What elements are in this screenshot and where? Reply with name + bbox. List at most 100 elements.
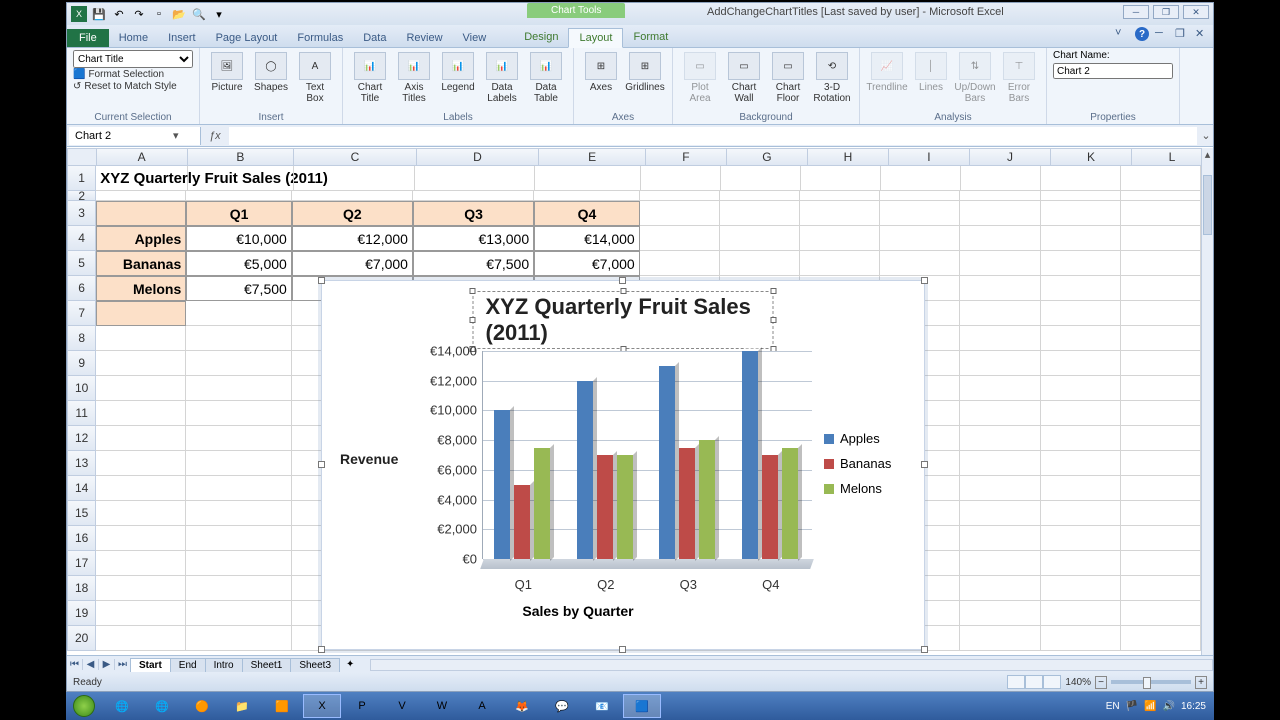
cell[interactable] [96, 191, 186, 201]
col-header[interactable]: B [188, 148, 295, 166]
cell[interactable] [960, 551, 1040, 576]
cell[interactable] [96, 201, 186, 226]
tab-data[interactable]: Data [353, 29, 396, 47]
view-page-break-icon[interactable] [1043, 675, 1061, 689]
row-header[interactable]: 15 [67, 501, 96, 526]
cell[interactable] [960, 401, 1040, 426]
horizontal-scrollbar[interactable] [370, 659, 1213, 671]
row-header[interactable]: 4 [67, 226, 96, 251]
x-axis-title[interactable]: Sales by Quarter [322, 603, 834, 619]
cell[interactable] [640, 226, 720, 251]
cell[interactable] [800, 226, 880, 251]
cell[interactable] [96, 626, 186, 651]
cell[interactable] [1041, 576, 1121, 601]
cell[interactable] [960, 601, 1040, 626]
new-sheet-icon[interactable]: ✦ [340, 659, 360, 670]
taskbar-item[interactable]: 📁 [223, 694, 261, 718]
cell[interactable] [186, 476, 292, 501]
cell[interactable] [96, 476, 186, 501]
cell[interactable] [640, 191, 720, 201]
cell[interactable] [186, 426, 292, 451]
cell[interactable] [1121, 276, 1201, 301]
cell[interactable] [1121, 576, 1201, 601]
cell[interactable] [1121, 526, 1201, 551]
cell[interactable]: €5,000 [186, 251, 292, 276]
resize-handle[interactable] [619, 277, 626, 284]
cell[interactable] [1041, 401, 1121, 426]
vertical-scrollbar[interactable]: ▴ [1201, 148, 1213, 655]
cell[interactable] [800, 251, 880, 276]
tray-flag-icon[interactable]: 🏴 [1126, 701, 1138, 712]
cell[interactable] [960, 476, 1040, 501]
row-header[interactable]: 6 [67, 276, 96, 301]
cell[interactable] [1121, 251, 1201, 276]
row-header[interactable]: 16 [67, 526, 96, 551]
row-header[interactable]: 14 [67, 476, 96, 501]
cell[interactable] [1041, 301, 1121, 326]
cell[interactable] [1121, 426, 1201, 451]
cell[interactable] [415, 166, 536, 191]
error-bars-button[interactable]: ⊤Error Bars [998, 50, 1040, 110]
cell[interactable] [960, 451, 1040, 476]
legend-entry[interactable]: Bananas [824, 456, 904, 471]
cell[interactable] [186, 301, 292, 326]
text-box-button[interactable]: AText Box [294, 50, 336, 110]
cell[interactable] [960, 576, 1040, 601]
cell[interactable]: Q2 [292, 201, 413, 226]
chart-title[interactable]: XYZ Quarterly Fruit Sales (2011) [473, 291, 774, 349]
chart-bar[interactable] [577, 381, 593, 559]
sheet-tab[interactable]: Sheet1 [242, 658, 292, 672]
cell[interactable] [186, 576, 292, 601]
taskbar-item[interactable]: 📧 [583, 694, 621, 718]
lines-button[interactable]: │Lines [910, 50, 952, 110]
cell[interactable] [1041, 626, 1121, 651]
cell[interactable] [1041, 251, 1121, 276]
formula-bar-expand-icon[interactable]: ⌄ [1199, 129, 1213, 142]
chart-legend[interactable]: ApplesBananasMelons [824, 431, 904, 496]
cell[interactable] [641, 166, 721, 191]
cell[interactable] [1041, 376, 1121, 401]
rotation-button[interactable]: ⟲3-D Rotation [811, 50, 853, 110]
help-icon[interactable]: ? [1135, 27, 1149, 41]
cell[interactable] [186, 526, 292, 551]
cell[interactable] [960, 251, 1040, 276]
cell[interactable] [1041, 351, 1121, 376]
row-header[interactable]: 2 [67, 191, 96, 201]
tab-page-layout[interactable]: Page Layout [206, 29, 288, 47]
cell[interactable] [640, 251, 720, 276]
resize-handle[interactable] [921, 461, 928, 468]
zoom-out-icon[interactable]: − [1095, 676, 1107, 689]
cell[interactable] [881, 166, 961, 191]
cell[interactable] [960, 626, 1040, 651]
cell[interactable] [292, 191, 413, 201]
row-header[interactable]: 11 [67, 401, 96, 426]
plot-area-button[interactable]: ▭Plot Area [679, 50, 721, 110]
cell[interactable] [96, 526, 186, 551]
resize-handle[interactable] [921, 277, 928, 284]
col-header[interactable]: J [970, 148, 1051, 166]
zoom-slider[interactable] [1111, 680, 1191, 684]
cell[interactable] [535, 166, 640, 191]
cell[interactable] [186, 501, 292, 526]
cell[interactable] [1041, 326, 1121, 351]
col-header[interactable]: D [417, 148, 540, 166]
plot-area[interactable] [482, 351, 812, 569]
cell[interactable] [96, 426, 186, 451]
cell[interactable] [1121, 401, 1201, 426]
cell[interactable] [1041, 476, 1121, 501]
cell[interactable] [960, 376, 1040, 401]
updown-bars-button[interactable]: ⇅Up/Down Bars [954, 50, 996, 110]
row-header[interactable]: 1 [67, 166, 96, 191]
resize-handle[interactable] [318, 277, 325, 284]
close-button[interactable]: ✕ [1183, 5, 1209, 19]
row-header[interactable]: 5 [67, 251, 96, 276]
row-header[interactable]: 7 [67, 301, 96, 326]
cell[interactable] [96, 351, 186, 376]
cell[interactable]: €7,000 [534, 251, 640, 276]
col-header[interactable]: F [646, 148, 727, 166]
taskbar-item[interactable]: X [303, 694, 341, 718]
taskbar-item[interactable]: 🟧 [263, 694, 301, 718]
qat-more-icon[interactable]: ▾ [211, 6, 227, 22]
cell[interactable] [1121, 301, 1201, 326]
minimize-button[interactable]: ─ [1123, 5, 1149, 19]
